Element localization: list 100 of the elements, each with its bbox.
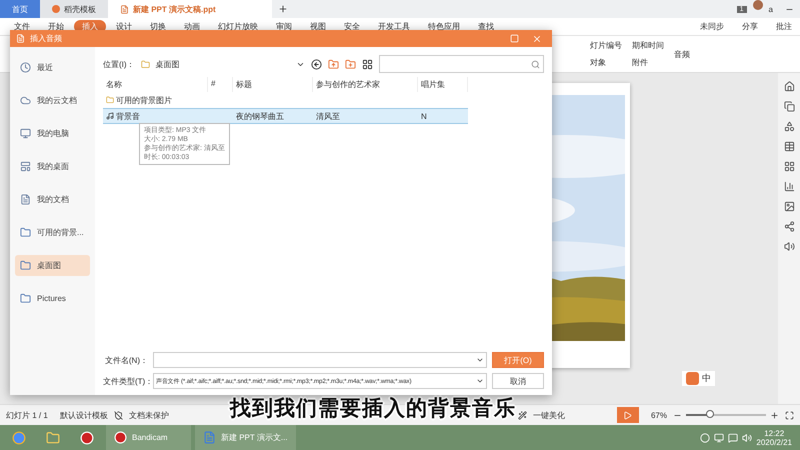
chat-icon[interactable] (728, 432, 738, 442)
monitor-icon[interactable] (714, 432, 724, 442)
menu-action[interactable]: 批注 (768, 20, 800, 33)
video-caption: 找到我们需要插入的背景音乐 (230, 396, 516, 422)
menu-tab[interactable]: 开始 (40, 20, 72, 33)
ribbon-button[interactable]: 对象 (590, 57, 622, 68)
column-header[interactable]: # (208, 77, 233, 92)
ime-toolbar[interactable]: 中 (682, 371, 715, 386)
chart-icon[interactable] (784, 181, 794, 192)
document-tab[interactable]: 新建 PPT 演示文稿.ppt (108, 0, 272, 18)
wand-icon (518, 410, 527, 420)
fullscreen-icon[interactable] (785, 410, 794, 420)
template-name[interactable]: 默认设计模板 (54, 410, 114, 420)
user-name: a (768, 4, 774, 16)
folder-icon (20, 227, 31, 238)
file-name[interactable]: 背景音 (103, 108, 208, 124)
column-header[interactable]: 标题 (233, 77, 313, 92)
table-cell: 清风至 (313, 108, 418, 124)
zoom-level[interactable]: 67% (644, 410, 673, 420)
copy-icon[interactable] (784, 101, 794, 112)
menu-tab[interactable]: 视图 (302, 20, 334, 33)
document-icon (20, 194, 31, 205)
dialog-title: 插入音频 (30, 33, 62, 44)
cloud-icon (20, 95, 31, 106)
new-folder-icon[interactable] (345, 58, 356, 70)
table-cell: N (418, 108, 468, 124)
avatar-icon[interactable] (752, 0, 763, 10)
search-field[interactable] (379, 55, 544, 73)
grid-icon[interactable] (784, 161, 794, 172)
folder-icon (20, 260, 31, 271)
home-icon[interactable] (784, 81, 794, 92)
folder-up-icon[interactable] (328, 58, 340, 70)
ribbon-button[interactable]: 灯片编号 (590, 40, 622, 51)
new-tab-icon[interactable] (278, 4, 288, 14)
menu-action[interactable]: 分享 (734, 20, 766, 33)
menu-tab[interactable]: 审阅 (268, 20, 300, 33)
maximize-icon (510, 34, 519, 43)
folder-icon (46, 430, 60, 444)
monitor-icon (20, 128, 31, 139)
beautify-button[interactable]: 一键美化 (526, 410, 571, 420)
ribbon-button[interactable]: 附件 (632, 57, 664, 68)
menu-tab[interactable]: 文件 (6, 20, 38, 33)
search-icon (531, 60, 540, 68)
file-name[interactable]: 可用的背景图片 (103, 92, 208, 108)
music-icon (106, 112, 114, 120)
speaker-icon[interactable] (784, 241, 794, 252)
document-icon (203, 431, 216, 444)
menu-tab[interactable]: 开发工具 (370, 20, 418, 33)
menu-tab[interactable]: 特色应用 (420, 20, 468, 33)
desktop-icon (20, 161, 31, 172)
ribbon-button[interactable]: 期和时间 (632, 40, 664, 51)
protection-status[interactable]: 文档未保护 (122, 410, 175, 420)
zoom-in-icon[interactable] (770, 410, 779, 420)
ribbon-button[interactable]: 音频 (674, 48, 690, 60)
column-header[interactable]: 唱片集 (418, 77, 468, 92)
clock[interactable]: 12:22 2020/2/21 (756, 428, 800, 446)
app-icon (16, 34, 25, 43)
image-icon[interactable] (784, 201, 794, 212)
menu-tab[interactable]: 幻灯片放映 (210, 20, 266, 33)
document-tab[interactable]: 首页 (0, 0, 40, 18)
view-icon[interactable] (362, 58, 374, 70)
document-icon (120, 4, 129, 14)
menu-action[interactable]: 未同步 (692, 20, 732, 33)
menu-tab[interactable]: 查找 (470, 20, 502, 33)
document-tab[interactable]: 稻壳模板 (40, 0, 108, 18)
share-icon[interactable] (784, 221, 794, 232)
back-icon[interactable] (311, 58, 322, 70)
shapes-icon[interactable] (784, 121, 794, 132)
nav-item[interactable]: 我的桌面 (15, 156, 90, 177)
nav-item[interactable]: 最近 (15, 57, 90, 78)
filetype-label: 文件类型(T)： (103, 376, 148, 386)
speaker-icon[interactable] (742, 432, 752, 442)
table-icon[interactable] (784, 141, 794, 152)
shield-icon (114, 410, 123, 420)
nav-item[interactable]: 我的文档 (15, 189, 90, 210)
menu-tab[interactable]: 动画 (176, 20, 208, 33)
column-header[interactable]: 名称 (103, 77, 208, 92)
column-header[interactable]: 参与创作的艺术家 (313, 77, 418, 92)
play-button[interactable] (616, 407, 639, 423)
location-dropdown[interactable]: 桌面图 (156, 58, 306, 70)
nav-item[interactable]: 可用的背景... (15, 222, 90, 243)
caret-icon (476, 356, 484, 364)
nav-item[interactable]: 桌面图 (15, 255, 90, 276)
caret-icon (476, 377, 484, 385)
menu-tab[interactable]: 设计 (108, 20, 140, 33)
close-icon (532, 34, 542, 44)
cancel-button[interactable]: 取消 (492, 373, 544, 389)
folder-icon (20, 293, 31, 304)
store-icon (52, 5, 60, 13)
folder-icon (106, 96, 114, 104)
nav-item[interactable]: Pictures (15, 288, 90, 309)
clock-icon (20, 62, 31, 73)
location-label: 位置(I)： (103, 58, 135, 70)
menu-tab[interactable]: 安全 (336, 20, 368, 33)
menu-tab[interactable]: 切换 (142, 20, 174, 33)
browser-icon (12, 430, 26, 444)
nav-item[interactable]: 我的云文档 (15, 90, 90, 111)
filename-field[interactable] (153, 352, 487, 368)
slide-count: 幻灯片 1 / 1 (5, 410, 49, 420)
nav-item[interactable]: 我的电脑 (15, 123, 90, 144)
